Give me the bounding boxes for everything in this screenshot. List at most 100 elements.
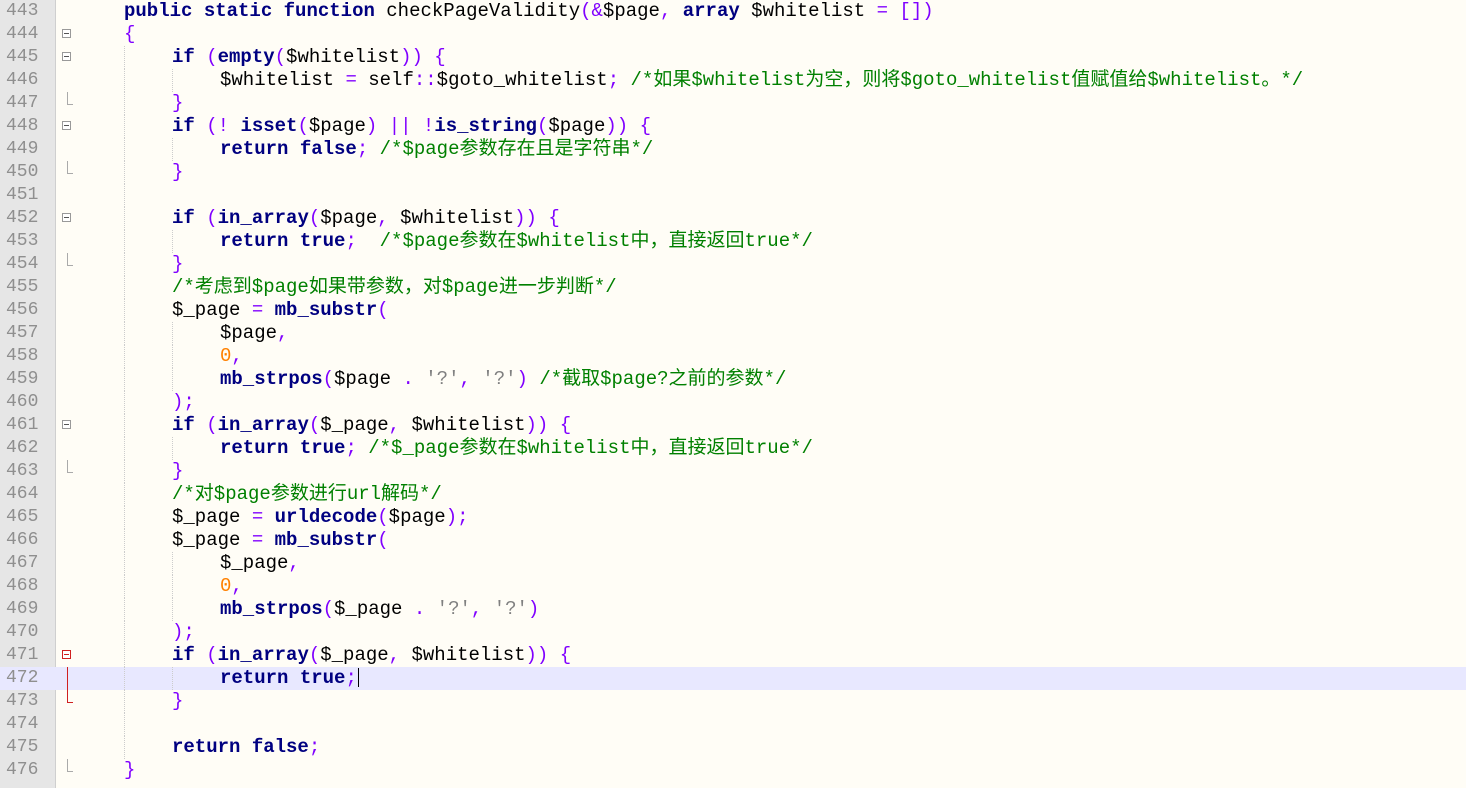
code-text[interactable]: $page, [76, 322, 1466, 345]
code-text[interactable]: public static function checkPageValidity… [76, 0, 1466, 23]
line-number: 448 [6, 116, 39, 136]
code-line[interactable]: 455 /*考虑到$page如果带参数，对$page进一步判断*/ [0, 276, 1466, 299]
code-line[interactable]: 444 { [0, 23, 1466, 46]
code-token: ; [345, 230, 357, 252]
code-text[interactable]: if (empty($whitelist)) { [76, 46, 1466, 69]
code-token: ( [206, 414, 218, 436]
code-line[interactable]: 475 return false; [0, 736, 1466, 759]
code-editor[interactable]: 443 public static function checkPageValid… [0, 0, 1466, 788]
code-line[interactable]: 469 mb_strpos($_page . '?', '?') [0, 598, 1466, 621]
code-text[interactable]: $_page = mb_substr( [76, 529, 1466, 552]
code-text[interactable]: } [76, 690, 1466, 713]
code-token: { [559, 414, 572, 436]
code-token: , [377, 207, 389, 229]
code-line[interactable]: 457 $page, [0, 322, 1466, 345]
code-line[interactable]: 458 0, [0, 345, 1466, 368]
code-token: ( [536, 115, 549, 137]
code-text[interactable]: $_page, [76, 552, 1466, 575]
code-text[interactable]: return true; /*$page参数在$whitelist中，直接返回t… [76, 230, 1466, 253]
code-text[interactable]: 0, [76, 575, 1466, 598]
code-text[interactable]: mb_strpos($page . '?', '?') /*截取$page?之前… [76, 368, 1466, 391]
code-text[interactable] [76, 184, 1466, 207]
code-line[interactable]: 463} [0, 460, 1466, 483]
code-line[interactable]: 447} [0, 92, 1466, 115]
code-line[interactable]: 461 if (in_array($_page, $whitelist)) { [0, 414, 1466, 437]
code-line[interactable]: 460); [0, 391, 1466, 414]
code-line[interactable]: 450} [0, 161, 1466, 184]
line-number: 452 [6, 208, 39, 228]
indent-guide [124, 138, 126, 161]
code-text[interactable]: return true; [76, 667, 1466, 690]
code-line[interactable]: 448 if (! isset($page) || !is_string($pag… [0, 115, 1466, 138]
code-text[interactable]: mb_strpos($_page . '?', '?') [76, 598, 1466, 621]
code-line[interactable]: 476} [0, 759, 1466, 782]
code-lines[interactable]: 443 public static function checkPageValid… [0, 0, 1466, 782]
code-line[interactable]: 453 return true; /*$page参数在$whitelist中，直接… [0, 230, 1466, 253]
code-text[interactable]: 0, [76, 345, 1466, 368]
code-text[interactable]: { [76, 23, 1466, 46]
code-text[interactable]: /*考虑到$page如果带参数，对$page进一步判断*/ [76, 276, 1466, 299]
code-line[interactable]: 468 0, [0, 575, 1466, 598]
indent-guide [124, 161, 126, 184]
code-token: } [124, 759, 136, 781]
code-text[interactable]: $_page = urldecode($page); [76, 506, 1466, 529]
code-line[interactable]: 443 public static function checkPageValid… [0, 0, 1466, 23]
fold-toggle-icon[interactable] [62, 52, 71, 61]
code-text[interactable]: } [76, 460, 1466, 483]
code-line[interactable]: 446 $whitelist = self::$goto_whitelist; /… [0, 69, 1466, 92]
code-text[interactable]: } [76, 161, 1466, 184]
code-text[interactable]: ); [76, 621, 1466, 644]
code-text[interactable]: return true; /*$_page参数在$whitelist中，直接返回… [76, 437, 1466, 460]
code-line[interactable]: 445 if (empty($whitelist)) { [0, 46, 1466, 69]
code-line[interactable]: 474 [0, 713, 1466, 736]
code-line[interactable]: 454} [0, 253, 1466, 276]
code-line[interactable]: 452 if (in_array($page, $whitelist)) { [0, 207, 1466, 230]
code-line[interactable]: 466 $_page = mb_substr( [0, 529, 1466, 552]
code-line[interactable]: 467 $_page, [0, 552, 1466, 575]
fold-toggle-icon[interactable] [62, 420, 71, 429]
code-text[interactable]: return false; /*$page参数存在且是字符串*/ [76, 138, 1466, 161]
code-text[interactable]: ); [76, 391, 1466, 414]
code-line[interactable]: 473} [0, 690, 1466, 713]
code-text[interactable]: /*对$page参数进行url解码*/ [76, 483, 1466, 506]
fold-toggle-icon[interactable] [62, 121, 71, 130]
code-line[interactable]: 464 /*对$page参数进行url解码*/ [0, 483, 1466, 506]
line-number: 445 [6, 47, 39, 67]
fold-toggle-icon[interactable] [62, 29, 71, 38]
code-text[interactable]: $whitelist = self::$goto_whitelist; /*如果… [76, 69, 1466, 92]
line-number: 451 [6, 185, 39, 205]
code-text[interactable]: $_page = mb_substr( [76, 299, 1466, 322]
fold-toggle-icon[interactable] [62, 650, 71, 659]
code-token: ( [206, 644, 218, 666]
text-caret [357, 668, 359, 688]
code-text[interactable]: } [76, 92, 1466, 115]
code-text[interactable]: return false; [76, 736, 1466, 759]
code-line[interactable]: 471 if (in_array($_page, $whitelist)) { [0, 644, 1466, 667]
indent-guide [124, 529, 126, 552]
code-line[interactable]: 465 $_page = urldecode($page); [0, 506, 1466, 529]
code-text[interactable]: } [76, 253, 1466, 276]
line-number: 457 [6, 323, 39, 343]
code-token: true [299, 230, 346, 252]
code-line[interactable]: 459 mb_strpos($page . '?', '?') /*截取$page… [0, 368, 1466, 391]
code-token: 0 [220, 575, 232, 597]
line-number: 467 [6, 553, 39, 573]
code-text[interactable]: if (in_array($_page, $whitelist)) { [76, 644, 1466, 667]
code-text[interactable]: if (! isset($page) || !is_string($page))… [76, 115, 1466, 138]
code-text[interactable]: } [76, 759, 1466, 782]
code-line[interactable]: 449 return false; /*$page参数存在且是字符串*/ [0, 138, 1466, 161]
code-line[interactable]: 451 [0, 184, 1466, 207]
code-line[interactable]: 472 return true; [0, 667, 1466, 690]
fold-toggle-icon[interactable] [62, 213, 71, 222]
code-text[interactable]: if (in_array($page, $whitelist)) { [76, 207, 1466, 230]
code-line[interactable]: 470); [0, 621, 1466, 644]
code-line[interactable]: 462 return true; /*$_page参数在$whitelist中，直… [0, 437, 1466, 460]
code-line[interactable]: 456 $_page = mb_substr( [0, 299, 1466, 322]
code-text[interactable]: if (in_array($_page, $whitelist)) { [76, 414, 1466, 437]
code-text[interactable] [76, 713, 1466, 736]
line-number: 466 [6, 530, 39, 550]
